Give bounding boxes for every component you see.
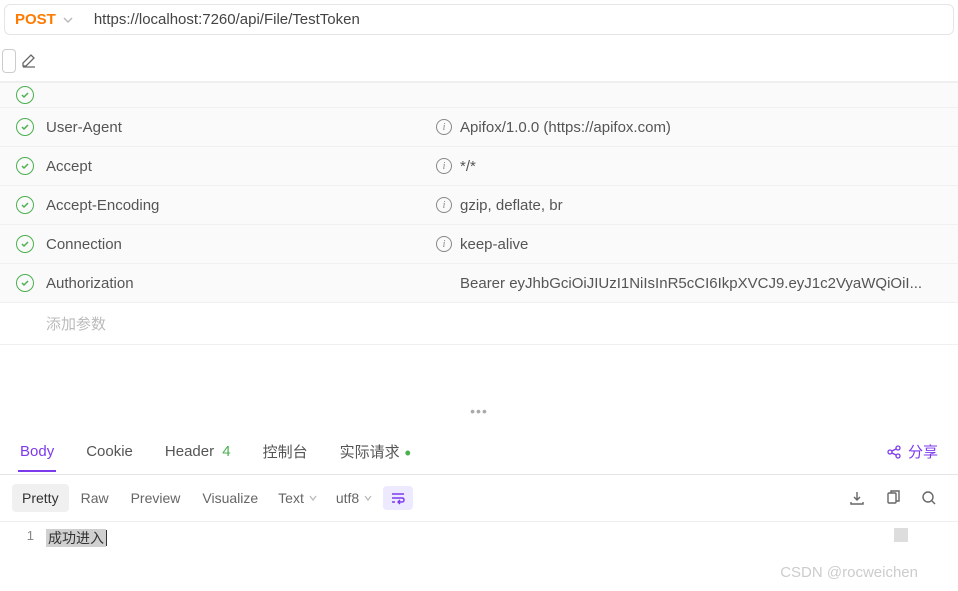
copy-icon[interactable] — [876, 483, 910, 513]
share-icon — [886, 444, 902, 460]
response-text: 成功进入 — [46, 529, 106, 547]
format-pretty-button[interactable]: Pretty — [12, 484, 69, 512]
chevron-down-icon[interactable] — [62, 14, 74, 26]
tab-cookie[interactable]: Cookie — [84, 433, 135, 472]
chevron-down-icon — [308, 493, 318, 503]
tab-header-label: Header — [165, 443, 214, 460]
format-raw-button[interactable]: Raw — [71, 484, 119, 512]
line-number: 1 — [0, 528, 46, 548]
placeholder-box[interactable] — [2, 49, 16, 73]
tab-actual-request[interactable]: 实际请求 • — [338, 431, 413, 474]
checkmark-icon[interactable] — [16, 196, 34, 214]
secondary-toolbar — [0, 39, 958, 81]
share-button[interactable]: 分享 — [884, 431, 940, 474]
tab-body[interactable]: Body — [18, 433, 56, 472]
header-row[interactable]: User-Agent i Apifox/1.0.0 (https://apifo… — [0, 108, 958, 147]
header-row[interactable]: Accept-Encoding i gzip, deflate, br — [0, 186, 958, 225]
tab-console[interactable]: 控制台 — [261, 431, 310, 474]
checkmark-icon[interactable] — [16, 157, 34, 175]
header-row[interactable]: Accept i */* — [0, 147, 958, 186]
format-preview-button[interactable]: Preview — [121, 484, 191, 512]
info-icon[interactable]: i — [436, 158, 452, 174]
header-row[interactable]: Connection i keep-alive — [0, 225, 958, 264]
checkmark-icon[interactable] — [16, 118, 34, 136]
header-key[interactable]: User-Agent — [46, 119, 436, 136]
http-method-select[interactable]: POST — [15, 11, 56, 28]
checkmark-icon[interactable] — [16, 86, 34, 104]
header-value[interactable]: Bearer eyJhbGciOiJIUzI1NiIsInR5cCI6IkpXV… — [460, 275, 942, 292]
url-input[interactable]: https://localhost:7260/api/File/TestToke… — [94, 11, 943, 28]
edit-icon[interactable] — [20, 52, 38, 70]
encoding-select[interactable]: utf8 — [328, 484, 381, 512]
url-bar: POST https://localhost:7260/api/File/Tes… — [4, 4, 954, 35]
header-value[interactable]: keep-alive — [460, 236, 942, 253]
header-key[interactable]: Connection — [46, 236, 436, 253]
headers-panel: User-Agent i Apifox/1.0.0 (https://apifo… — [0, 81, 958, 345]
response-line[interactable]: 成功进入 — [46, 528, 107, 548]
download-icon[interactable] — [840, 483, 874, 513]
content-type-label: Text — [278, 490, 304, 506]
info-icon[interactable]: i — [436, 236, 452, 252]
header-key[interactable]: Authorization — [46, 275, 436, 292]
info-icon[interactable]: i — [436, 119, 452, 135]
drag-handle-icon[interactable]: ••• — [0, 401, 958, 421]
header-value[interactable]: Apifox/1.0.0 (https://apifox.com) — [460, 119, 942, 136]
chevron-down-icon — [363, 493, 373, 503]
encoding-label: utf8 — [336, 490, 359, 506]
watermark-text: CSDN @rocweichen — [780, 564, 918, 581]
tab-actual-request-label: 实际请求 — [340, 444, 400, 461]
content-type-select[interactable]: Text — [270, 484, 326, 512]
header-row-partial[interactable] — [0, 82, 958, 108]
format-visualize-button[interactable]: Visualize — [192, 484, 268, 512]
tab-header[interactable]: Header 4 — [163, 433, 233, 472]
info-icon[interactable]: i — [436, 197, 452, 213]
scrollbar-thumb[interactable] — [894, 528, 908, 542]
search-icon[interactable] — [912, 483, 946, 513]
checkmark-icon[interactable] — [16, 235, 34, 253]
header-key[interactable]: Accept — [46, 158, 436, 175]
header-key[interactable]: Accept-Encoding — [46, 197, 436, 214]
add-param-row[interactable]: 添加参数 — [0, 303, 958, 345]
header-value[interactable]: gzip, deflate, br — [460, 197, 942, 214]
response-tabs: Body Cookie Header 4 控制台 实际请求 • 分享 — [0, 421, 958, 475]
header-row[interactable]: Authorization Bearer eyJhbGciOiJIUzI1NiI… — [0, 264, 958, 303]
share-label: 分享 — [908, 441, 938, 462]
header-count-badge: 4 — [222, 443, 230, 460]
add-param-placeholder[interactable]: 添加参数 — [46, 313, 436, 334]
header-value[interactable]: */* — [460, 158, 942, 175]
checkmark-icon[interactable] — [16, 274, 34, 292]
format-bar: Pretty Raw Preview Visualize Text utf8 — [0, 475, 958, 522]
wrap-toggle-button[interactable] — [383, 486, 413, 510]
status-dot-icon: • — [400, 443, 411, 463]
response-body-area[interactable]: 1 成功进入 — [0, 522, 958, 554]
